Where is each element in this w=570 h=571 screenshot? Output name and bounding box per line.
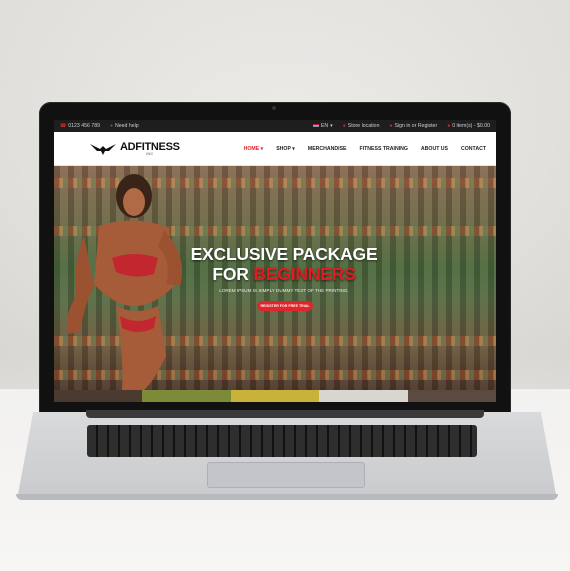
cart-label: 0 item(s) - $0.00 — [452, 123, 490, 129]
signin-label: Sign in or Register — [394, 123, 438, 129]
language-label: EN — [320, 123, 329, 129]
eagle-logo-icon — [90, 143, 116, 155]
phone-link[interactable]: ☎ 0123 456 789 — [60, 123, 100, 129]
help-link[interactable]: ● Need help — [110, 123, 139, 129]
hero-subtitle: LOREM IPSUM IS SIMPLY DUMMY TEXT OF THE … — [219, 288, 349, 293]
phone-number: 0123 456 789 — [68, 123, 100, 129]
webcam — [272, 106, 276, 110]
hero-heading-highlight: BEGINNERS — [253, 264, 356, 284]
uk-flag-icon — [312, 124, 319, 128]
signin-link[interactable]: ● Sign in or Register — [389, 123, 437, 129]
hero-heading-line1: EXCLUSIVE PACKAGE — [190, 244, 378, 264]
hero-heading-for: FOR — [212, 264, 249, 284]
chevron-down-icon: ▾ — [330, 123, 333, 129]
main-navbar: ADFITNESS INC HOME ▾ SHOP ▾ MERCHANDISE … — [54, 132, 496, 166]
help-icon: ● — [109, 123, 113, 129]
hero-heading: EXCLUSIVE PACKAGE FOR BEGINNERS — [184, 244, 384, 284]
store-location-label: Store location — [347, 123, 380, 129]
menu-item-home[interactable]: HOME ▾ — [244, 146, 264, 152]
feature-tile[interactable] — [319, 390, 408, 402]
feature-tile[interactable] — [230, 390, 320, 402]
laptop-base-edge — [16, 494, 558, 500]
menu-item-about-us[interactable]: ABOUT US — [421, 146, 448, 152]
feature-tile[interactable] — [142, 390, 231, 402]
brand-logo[interactable]: ADFITNESS INC — [89, 141, 180, 157]
phone-icon: ☎ — [60, 123, 67, 129]
keyboard — [87, 425, 477, 457]
hero-banner: EXCLUSIVE PACKAGE FOR BEGINNERS LOREM IP… — [54, 166, 496, 390]
cart-icon: ● — [447, 123, 451, 129]
help-label: Need help — [115, 123, 139, 129]
language-selector[interactable]: EN ▾ — [312, 123, 333, 129]
store-location-link[interactable]: ● Store location — [343, 123, 380, 129]
menu-item-merchandise[interactable]: MERCHANDISE — [308, 146, 347, 152]
feature-tile[interactable] — [54, 390, 143, 402]
menu-item-fitness-training[interactable]: FITNESS TRAINING — [360, 146, 408, 152]
user-icon: ● — [389, 123, 393, 129]
laptop-screen: ☎ 0123 456 789 ● Need help EN ▾ ● Store … — [54, 120, 496, 402]
athlete-image — [67, 174, 182, 390]
main-menu: HOME ▾ SHOP ▾ MERCHANDISE FITNESS TRAINI… — [244, 146, 486, 152]
brand-name: ADFITNESS — [120, 140, 180, 153]
free-trial-button[interactable]: REGISTER FOR FREE TRIAL — [257, 301, 313, 311]
menu-item-contact[interactable]: CONTACT — [461, 146, 486, 152]
laptop-lid: ☎ 0123 456 789 ● Need help EN ▾ ● Store … — [39, 102, 511, 414]
top-bar: ☎ 0123 456 789 ● Need help EN ▾ ● Store … — [54, 120, 496, 132]
menu-item-shop[interactable]: SHOP ▾ — [276, 146, 295, 152]
laptop-hinge — [86, 410, 484, 418]
feature-tile[interactable] — [407, 390, 496, 402]
location-pin-icon: ● — [342, 123, 346, 129]
trackpad — [207, 462, 365, 488]
cart-link[interactable]: ● 0 item(s) - $0.00 — [447, 123, 490, 129]
feature-strip — [54, 390, 496, 402]
